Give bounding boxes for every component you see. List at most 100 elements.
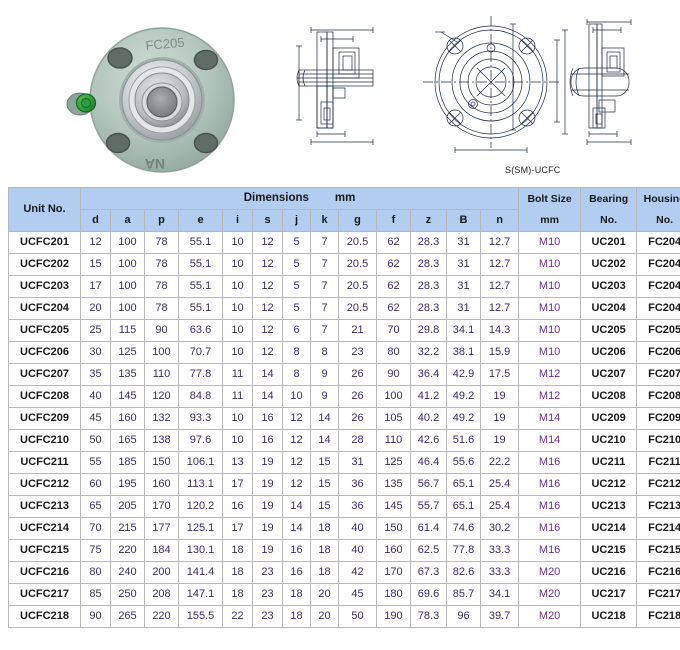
cell-dim-d: 55 <box>80 451 111 474</box>
cell-dim-e: 147.1 <box>178 583 223 606</box>
cell-housing-no: FC211 <box>636 451 680 474</box>
cell-dim-a: 115 <box>110 319 145 342</box>
cell-dim-n: 33.3 <box>479 539 520 562</box>
cell-dim-e: 63.6 <box>178 319 223 342</box>
cell-dim-B: 65.1 <box>446 495 481 518</box>
cell-bolt-size: M10 <box>518 297 582 320</box>
cell-dim-f: 170 <box>376 561 411 584</box>
cell-dim-e: 84.8 <box>178 385 223 408</box>
photo-brand-mark: NA <box>145 156 165 172</box>
cell-dim-B: 31 <box>446 297 481 320</box>
cell-dim-g: 20.5 <box>338 253 377 276</box>
cell-dim-B: 77.8 <box>446 539 481 562</box>
cell-dim-i: 10 <box>222 319 253 342</box>
housing-no-label-l2: No. <box>656 213 674 226</box>
cell-dim-s: 12 <box>252 297 283 320</box>
cell-dim-j: 6 <box>282 319 311 342</box>
cell-dim-j: 5 <box>282 253 311 276</box>
cell-dim-j: 14 <box>282 517 311 540</box>
cell-dim-B: 96 <box>446 605 481 628</box>
cell-dim-p: 100 <box>144 341 179 364</box>
cell-dim-g: 40 <box>338 517 377 540</box>
drawing-section-view-left <box>296 27 374 145</box>
cell-dim-p: 138 <box>144 429 179 452</box>
cell-dim-i: 10 <box>222 407 253 430</box>
column-header-n: n <box>479 209 520 232</box>
cell-bearing-no: UC215 <box>580 539 638 562</box>
table-row: UCFC201 12 100 78 55.1 10 12 5 7 20.5 62 28.3 31 12.7… <box>8 231 680 254</box>
cell-dim-p: 150 <box>144 451 179 474</box>
cell-dim-a: 145 <box>110 385 145 408</box>
cell-bearing-no: UC214 <box>580 517 638 540</box>
table-row: UCFC217 85 250 208 147.1 18 23 18 20 45 180 69.6 85.… <box>8 583 680 606</box>
cell-dim-d: 15 <box>80 253 111 276</box>
cell-dim-s: 12 <box>252 319 283 342</box>
cell-housing-no: FC208 <box>636 385 680 408</box>
cell-dim-s: 12 <box>252 341 283 364</box>
cell-dim-a: 250 <box>110 583 145 606</box>
dimensions-unit-label: mm <box>334 192 356 204</box>
column-header-housing-no: Housing No. <box>636 187 680 232</box>
cell-housing-no: FC215 <box>636 539 680 562</box>
cell-dim-k: 20 <box>310 583 339 606</box>
cell-unit-no: UCFC202 <box>8 253 81 276</box>
cell-bearing-no: UC203 <box>580 275 638 298</box>
column-header-f: f <box>376 209 411 232</box>
cell-dim-p: 110 <box>144 363 179 386</box>
cell-bearing-no: UC205 <box>580 319 638 342</box>
cell-housing-no: FC206 <box>636 341 680 364</box>
table-row: UCFC208 40 145 120 84.8 11 14 10 9 26 100 41.2 49.2 1… <box>8 385 680 408</box>
engineering-drawings <box>295 8 675 186</box>
cell-unit-no: UCFC215 <box>8 539 81 562</box>
cell-bearing-no: UC209 <box>580 407 638 430</box>
cell-dim-n: 22.2 <box>479 451 520 474</box>
engineering-drawings-svg <box>296 16 632 153</box>
cell-housing-no: FC204 <box>636 297 680 320</box>
cell-unit-no: UCFC210 <box>8 429 81 452</box>
cell-bearing-no: UC216 <box>580 561 638 584</box>
cell-dim-g: 50 <box>338 605 377 628</box>
cell-dim-n: 25.4 <box>479 495 520 518</box>
cell-dim-p: 208 <box>144 583 179 606</box>
bolt-size-unit-label: mm <box>540 213 559 226</box>
cell-dim-e: 93.3 <box>178 407 223 430</box>
cell-dim-i: 17 <box>222 517 253 540</box>
table-row: UCFC203 17 100 78 55.1 10 12 5 7 20.5 62 28.3 31 12.7… <box>8 275 680 298</box>
cell-dim-e: 77.8 <box>178 363 223 386</box>
cell-dim-d: 90 <box>80 605 111 628</box>
cell-dim-i: 10 <box>222 341 253 364</box>
cell-dim-i: 18 <box>222 539 253 562</box>
cell-dim-j: 5 <box>282 231 311 254</box>
cell-dim-i: 10 <box>222 297 253 320</box>
cell-dim-a: 165 <box>110 429 145 452</box>
cell-dim-i: 11 <box>222 385 253 408</box>
cell-dim-a: 125 <box>110 341 145 364</box>
cell-dim-g: 20.5 <box>338 231 377 254</box>
cell-unit-no: UCFC211 <box>8 451 81 474</box>
cell-dim-B: 82.6 <box>446 561 481 584</box>
cell-dim-z: 78.3 <box>410 605 447 628</box>
cell-dim-k: 14 <box>310 407 339 430</box>
cell-dim-B: 31 <box>446 253 481 276</box>
cell-dim-z: 56.7 <box>410 473 447 496</box>
drawing-caption: S(SM)-UCFC <box>505 165 561 175</box>
cell-dim-g: 21 <box>338 319 377 342</box>
cell-dim-g: 26 <box>338 363 377 386</box>
cell-dim-d: 35 <box>80 363 111 386</box>
cell-dim-i: 11 <box>222 363 253 386</box>
cell-unit-no: UCFC204 <box>8 297 81 320</box>
cell-housing-no: FC216 <box>636 561 680 584</box>
cell-dim-z: 28.3 <box>410 297 447 320</box>
cell-bolt-size: M20 <box>518 605 582 628</box>
cell-dim-n: 19 <box>479 429 520 452</box>
cell-housing-no: FC204 <box>636 275 680 298</box>
cell-housing-no: FC218 <box>636 605 680 628</box>
cell-dim-f: 125 <box>376 451 411 474</box>
cell-dim-k: 18 <box>310 561 339 584</box>
cell-dim-g: 40 <box>338 539 377 562</box>
cell-dim-s: 19 <box>252 495 283 518</box>
cell-bolt-size: M10 <box>518 231 582 254</box>
cell-dim-k: 7 <box>310 253 339 276</box>
cell-dim-z: 42.6 <box>410 429 447 452</box>
cell-dim-p: 200 <box>144 561 179 584</box>
